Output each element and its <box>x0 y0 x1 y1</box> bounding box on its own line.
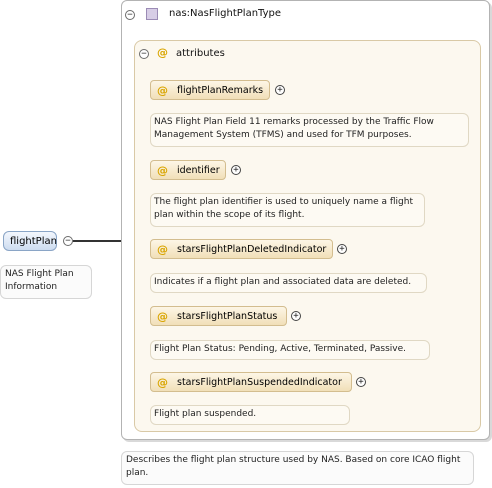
attribute-name: starsFlightPlanDeletedIndicator <box>177 243 327 255</box>
root-documentation: NAS Flight Plan Information <box>0 265 92 299</box>
expand-icon[interactable]: + <box>356 377 366 387</box>
attribute-icon: @ <box>157 163 168 177</box>
attribute-documentation-text: Flight Plan Status: Pending, Active, Ter… <box>154 344 406 354</box>
expand-icon[interactable]: + <box>231 165 241 175</box>
expand-icon[interactable]: + <box>291 311 301 321</box>
attribute-documentation: Flight Plan Status: Pending, Active, Ter… <box>150 340 430 360</box>
collapse-attributes-icon[interactable]: − <box>139 49 149 59</box>
attribute-name: identifier <box>177 164 220 176</box>
root-element-flightPlan[interactable]: flightPlan <box>3 231 57 251</box>
attribute-documentation-text: NAS Flight Plan Field 11 remarks process… <box>154 117 434 140</box>
attribute-icon: @ <box>157 83 168 97</box>
collapse-root-icon[interactable]: − <box>63 236 73 246</box>
expand-icon[interactable]: + <box>275 85 285 95</box>
collapse-type-icon[interactable]: − <box>125 10 135 20</box>
attribute-documentation-text: The flight plan identifier is used to un… <box>154 197 413 220</box>
attribute-starsFlightPlanSuspendedIndicator[interactable]: @ starsFlightPlanSuspendedIndicator <box>150 372 352 392</box>
attribute-documentation-text: Flight plan suspended. <box>154 409 257 419</box>
attribute-name: flightPlanRemarks <box>177 84 264 96</box>
attributes-at-icon: @ <box>157 46 168 59</box>
attribute-documentation: Flight plan suspended. <box>150 405 350 425</box>
type-documentation-text: Describes the flight plan structure used… <box>126 455 461 478</box>
attribute-identifier[interactable]: @ identifier <box>150 160 226 180</box>
attribute-flightPlanRemarks[interactable]: @ flightPlanRemarks <box>150 80 270 100</box>
attributes-group-label: attributes <box>176 48 225 59</box>
attribute-documentation: NAS Flight Plan Field 11 remarks process… <box>150 113 469 147</box>
root-connector-line <box>73 240 122 242</box>
attribute-documentation: The flight plan identifier is used to un… <box>150 193 425 227</box>
attribute-starsFlightPlanStatus[interactable]: @ starsFlightPlanStatus <box>150 306 287 326</box>
root-element-label: flightPlan <box>10 235 57 247</box>
attribute-documentation-text: Indicates if a flight plan and associate… <box>154 277 412 287</box>
root-documentation-text: NAS Flight Plan Information <box>5 269 74 292</box>
complex-type-icon <box>146 8 158 20</box>
attribute-name: starsFlightPlanSuspendedIndicator <box>177 376 342 388</box>
attribute-icon: @ <box>157 309 168 323</box>
attribute-icon: @ <box>157 242 168 256</box>
attribute-starsFlightPlanDeletedIndicator[interactable]: @ starsFlightPlanDeletedIndicator <box>150 239 333 259</box>
complex-type-name: nas:NasFlightPlanType <box>169 8 282 19</box>
attribute-documentation: Indicates if a flight plan and associate… <box>150 273 427 293</box>
attribute-icon: @ <box>157 375 168 389</box>
expand-icon[interactable]: + <box>337 244 347 254</box>
attribute-name: starsFlightPlanStatus <box>177 310 278 322</box>
type-documentation: Describes the flight plan structure used… <box>121 451 474 485</box>
